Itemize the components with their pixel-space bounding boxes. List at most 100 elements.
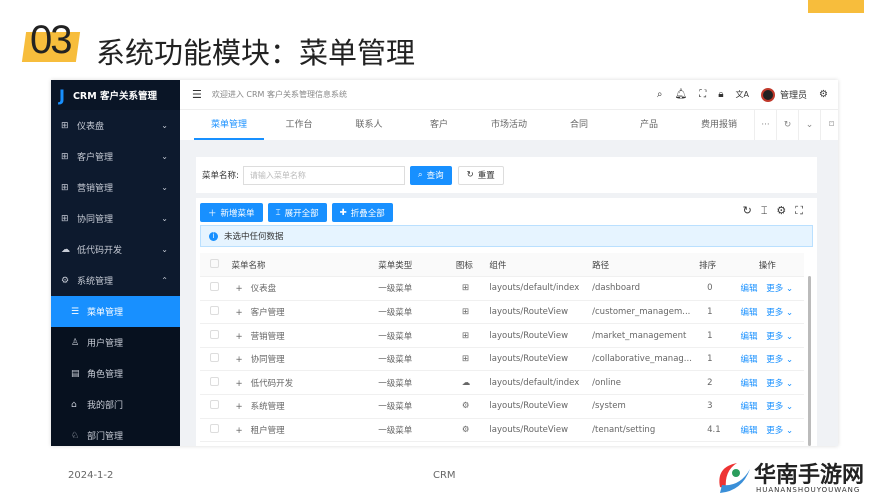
more-dropdown[interactable]: 更多 ⌄: [766, 355, 793, 365]
edit-link[interactable]: 编辑: [741, 402, 758, 412]
expand-icon[interactable]: +: [235, 426, 242, 436]
sidebar-item[interactable]: ⊞ 营销管理 ⌄: [51, 172, 180, 203]
sidebar-item-label: 角色管理: [87, 370, 124, 380]
expand-icon[interactable]: +: [235, 332, 242, 342]
sidebar-item-label: 用户管理: [87, 339, 124, 349]
tab[interactable]: 合同: [544, 110, 614, 140]
translate-icon[interactable]: 文A: [736, 89, 749, 100]
reload-icon[interactable]: ↻: [743, 204, 752, 218]
sidebar-subitem[interactable]: ♙ 用户管理: [51, 327, 180, 358]
sidebar-item[interactable]: ⊞ 客户管理 ⌄: [51, 141, 180, 172]
path: /system: [592, 394, 700, 419]
tab[interactable]: 工作台: [264, 110, 334, 140]
edit-link[interactable]: 编辑: [741, 426, 758, 436]
table-row[interactable]: + 系统管理 一级菜单 ⚙ layouts/RouteView /system 3…: [200, 394, 804, 419]
more-dropdown[interactable]: 更多 ⌄: [766, 426, 793, 436]
more-dropdown[interactable]: 更多 ⌄: [766, 402, 793, 412]
sidebar-item-label: 菜单管理: [87, 308, 124, 318]
component: layouts/default/index: [489, 370, 593, 396]
lock-icon[interactable]: 🔒︎: [718, 89, 723, 100]
sidebar-subitem[interactable]: ▤ 角色管理: [51, 358, 180, 389]
app-window: J CRM 客户关系管理 ⊞ 仪表盘 ⌄ ⊞ 客户管理 ⌄ ⊞ 营销管理 ⌄ ⊞ 协同管理 ⌄ ☁ 低代码开…: [51, 80, 838, 446]
tab[interactable]: 联系人: [334, 110, 404, 140]
sidebar-item[interactable]: ☁ 低代码开发 ⌄: [51, 234, 180, 265]
row-checkbox[interactable]: [210, 305, 219, 315]
edit-link[interactable]: 编辑: [741, 284, 758, 294]
more-dropdown[interactable]: 更多 ⌄: [766, 308, 793, 318]
menu-icon: ⊞: [455, 323, 490, 348]
add-label: 新增菜单: [220, 208, 255, 219]
maximize-icon[interactable]: ⌑: [820, 110, 838, 140]
search-icon[interactable]: ⌕: [657, 89, 663, 100]
menu-item-icon: ▤: [71, 368, 80, 379]
settings-icon[interactable]: ⚙: [776, 204, 786, 218]
sidebar-subitem[interactable]: ♘ 部门管理: [51, 420, 180, 446]
menu-fold-icon[interactable]: ☰: [192, 88, 202, 101]
tab-bar: 菜单管理 工作台 联系人 客户 市场活动 合同 产品 费用报销 ··· ↻ ⌄ ⌑: [180, 110, 838, 140]
column-height-icon[interactable]: ⌶: [761, 204, 768, 218]
cloud-icon: ☁: [61, 244, 70, 255]
expand-icon[interactable]: +: [235, 355, 242, 365]
expand-icon[interactable]: +: [235, 308, 242, 318]
expand-icon[interactable]: +: [235, 402, 242, 412]
fullscreen-icon[interactable]: ⛶: [699, 89, 706, 100]
chevron-icon: ⌄: [161, 214, 168, 223]
select-all-checkbox[interactable]: [210, 258, 219, 268]
row-checkbox[interactable]: [210, 400, 219, 410]
menu-name: 租户管理: [250, 425, 285, 436]
edit-link[interactable]: 编辑: [741, 355, 758, 365]
chevron-down-icon[interactable]: ⌄: [798, 110, 820, 140]
tab[interactable]: 菜单管理: [194, 110, 264, 140]
more-dropdown[interactable]: 更多 ⌄: [766, 379, 793, 389]
expand-icon[interactable]: +: [235, 284, 242, 294]
path: /market_management: [592, 323, 700, 348]
collapse-all-button[interactable]: ✚ 折叠全部: [331, 203, 393, 222]
edit-link[interactable]: 编辑: [741, 379, 758, 389]
settings-icon[interactable]: ⚙: [819, 89, 828, 100]
expand-all-button[interactable]: ⌶ 展开全部: [267, 203, 327, 222]
tab[interactable]: 客户: [404, 110, 474, 140]
more-dropdown[interactable]: 更多 ⌄: [766, 332, 793, 342]
scrollbar[interactable]: [808, 276, 811, 446]
sidebar-subitem[interactable]: ☰ 菜单管理: [51, 296, 180, 327]
header: ☰ 欢迎进入 CRM 客户关系管理信息系统 ⌕ 🔔︎ ⛶ 🔒︎ 文A 管理员 ⚙: [180, 80, 838, 110]
row-checkbox[interactable]: [210, 329, 219, 339]
table-row[interactable]: + 协同管理 一级菜单 ⊞ layouts/RouteView /collabor…: [200, 347, 804, 372]
more-tabs-icon[interactable]: ···: [754, 110, 776, 140]
table-row[interactable]: + 低代码开发 一级菜单 ☁ layouts/default/index /onl…: [200, 370, 804, 396]
tab[interactable]: 市场活动: [474, 110, 544, 140]
table-row[interactable]: + 客户管理 一级菜单 ⊞ layouts/RouteView /customer…: [200, 300, 804, 325]
add-menu-button[interactable]: ＋新增菜单: [200, 203, 263, 222]
sidebar-item[interactable]: ⚙ 系统管理 ⌃: [51, 265, 180, 296]
sidebar-subitem[interactable]: ⌂ 我的部门: [51, 389, 180, 420]
user-menu[interactable]: 管理员: [761, 87, 807, 102]
table-row[interactable]: + 仪表盘 一级菜单 ⊞ layouts/default/index /dashb…: [200, 276, 804, 301]
tab[interactable]: 费用报销: [684, 110, 754, 140]
more-dropdown[interactable]: 更多 ⌄: [766, 284, 793, 294]
component: layouts/RouteView: [489, 394, 593, 419]
row-checkbox[interactable]: [210, 353, 219, 363]
edit-link[interactable]: 编辑: [741, 332, 758, 342]
refresh-icon[interactable]: ↻: [776, 110, 798, 140]
table-row[interactable]: + 营销管理 一级菜单 ⊞ layouts/RouteView /market_m…: [200, 323, 804, 348]
column-header: 路径: [592, 253, 700, 278]
more-label: 更多: [766, 307, 784, 318]
menu-name-input[interactable]: 请输入菜单名称: [242, 165, 405, 185]
sidebar-item[interactable]: ⊞ 仪表盘 ⌄: [51, 110, 180, 141]
edit-link[interactable]: 编辑: [741, 308, 758, 318]
reset-button[interactable]: ↻ 重置: [457, 165, 504, 185]
sidebar-item[interactable]: ⊞ 协同管理 ⌄: [51, 203, 180, 234]
tab[interactable]: 产品: [614, 110, 684, 140]
bell-icon[interactable]: 🔔︎: [675, 89, 688, 100]
more-label: 更多: [766, 402, 784, 413]
row-checkbox[interactable]: [210, 423, 219, 433]
row-checkbox[interactable]: [210, 376, 219, 386]
row-checkbox[interactable]: [210, 282, 219, 292]
fullscreen-icon[interactable]: ⛶: [795, 204, 803, 218]
welcome-text: 欢迎进入 CRM 客户关系管理信息系统: [211, 90, 348, 99]
sidebar: J CRM 客户关系管理 ⊞ 仪表盘 ⌄ ⊞ 客户管理 ⌄ ⊞ 营销管理 ⌄ ⊞ 协同管理 ⌄ ☁ 低代码开…: [51, 80, 180, 446]
query-button[interactable]: ⌕ 查询: [409, 165, 452, 185]
table-row[interactable]: + 租户管理 一级菜单 ⚙ layouts/RouteView /tenant/s…: [200, 418, 804, 443]
menu-type: 一级菜单: [378, 276, 456, 301]
expand-icon[interactable]: +: [235, 379, 242, 389]
